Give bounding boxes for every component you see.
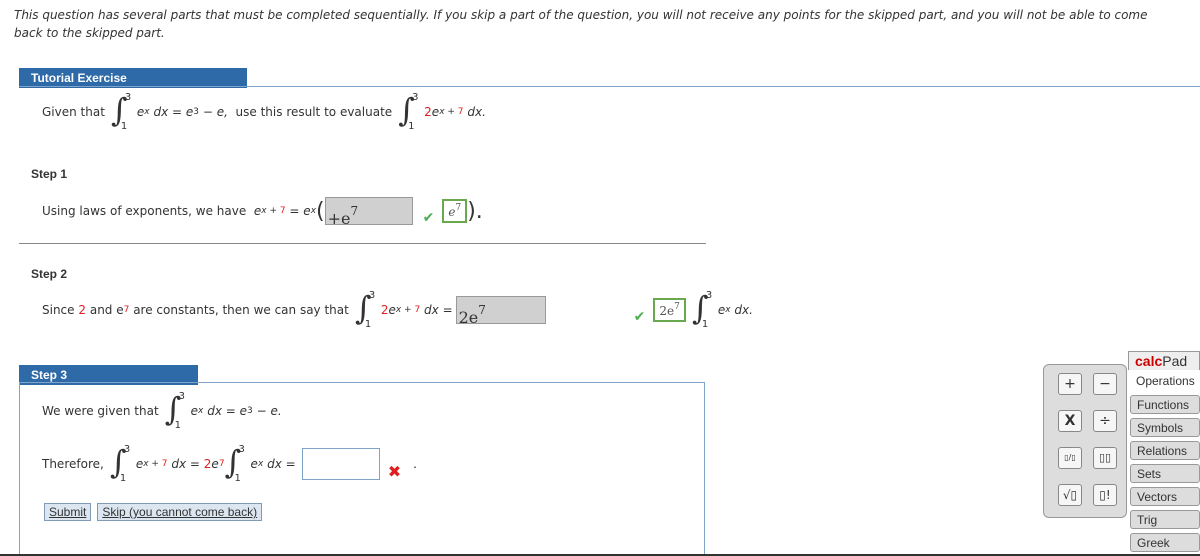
tab-trig[interactable]: Trig <box>1130 510 1200 529</box>
step1-correct-answer: e7 <box>442 199 468 223</box>
step1-line: Using laws of exponents, we have ex + 7 … <box>42 197 483 228</box>
tab-vectors[interactable]: Vectors <box>1130 487 1200 506</box>
tab-relations[interactable]: Relations <box>1130 441 1200 460</box>
tab-greek[interactable]: Greek <box>1130 533 1200 552</box>
tutorial-header: Tutorial Exercise <box>19 68 247 88</box>
step3-given-line: We were given that ∫ 3 1 ex dx = e3 − e. <box>42 390 282 431</box>
tab-sets[interactable]: Sets <box>1130 464 1200 483</box>
integral: ∫ 3 1 <box>398 91 419 132</box>
skip-button[interactable]: Skip (you cannot come back) <box>97 503 263 521</box>
text: Given that <box>42 105 105 119</box>
divide-key[interactable]: ÷ <box>1093 410 1117 432</box>
exponent-key[interactable]: ▯▯ <box>1093 447 1117 469</box>
sequential-notice: This question has several parts that mus… <box>14 8 1148 40</box>
fraction-key[interactable]: ▯/▯ <box>1058 447 1082 469</box>
factorial-key[interactable]: ▯! <box>1093 484 1117 506</box>
plus-key[interactable]: + <box>1058 373 1082 395</box>
integral: ∫ 3 1 <box>691 289 713 330</box>
tab-operations[interactable]: Operations <box>1136 374 1195 388</box>
step3-therefore-line: Therefore, ∫ 3 1 ex + 7 dx = 2e7 ∫ 3 1 ex dx… <box>42 443 417 484</box>
sqrt-key[interactable]: √▯ <box>1058 484 1082 506</box>
tab-functions[interactable]: Functions <box>1130 395 1200 414</box>
integral: ∫ 3 1 <box>224 443 245 484</box>
minus-key[interactable]: − <box>1093 373 1117 395</box>
step1-title: Step 1 <box>31 167 68 181</box>
divider <box>19 86 1200 87</box>
divider <box>19 243 706 244</box>
submit-button[interactable]: Submit <box>44 503 92 521</box>
step1-answer-field[interactable]: +e7 <box>324 197 413 228</box>
step2-title: Step 2 <box>31 267 68 281</box>
calcpad-logo: calcPad <box>1128 351 1200 370</box>
incorrect-x-icon: ✖ <box>387 461 402 481</box>
checkmark-icon: ✔ <box>422 210 435 226</box>
multiply-key[interactable]: X <box>1058 410 1082 432</box>
step2-correct-answer: 2e7 <box>653 298 686 322</box>
integral: ∫ 3 1 <box>110 91 132 132</box>
tab-symbols[interactable]: Symbols <box>1130 418 1200 437</box>
checkmark-icon: ✔ <box>633 309 646 325</box>
step3-answer-input[interactable] <box>301 448 380 480</box>
integral: ∫ 3 1 <box>164 390 186 431</box>
step2-line: Since 2 and e7 are constants, then we ca… <box>42 289 753 330</box>
intro-line: Given that ∫ 3 1 ex dx = e3 − e, use this … <box>42 91 486 132</box>
step2-answer-field[interactable]: 2e7 <box>455 296 546 327</box>
integral: ∫ 3 1 <box>354 289 376 330</box>
integral: ∫ 3 1 <box>109 443 131 484</box>
